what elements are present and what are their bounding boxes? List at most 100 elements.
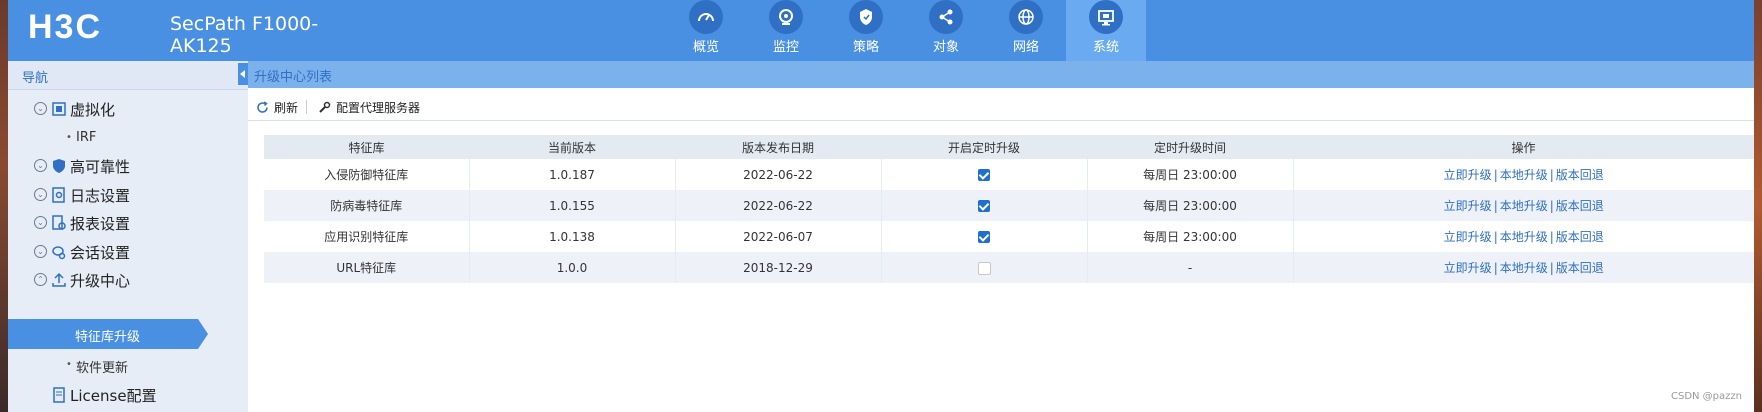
- operations-cell: 立即升级 | 本地升级 | 版本回退: [1293, 252, 1754, 283]
- scheduled-cell: [881, 252, 1088, 283]
- table-header-row: 特征库 当前版本 版本发布日期 开启定时升级 定时升级时间 操作: [264, 135, 1754, 159]
- upgrade-now-link[interactable]: 立即升级: [1444, 199, 1492, 213]
- table-row: URL特征库 1.0.0 2018-12-29 - 立即升级 | 本地升级 | 版本回退: [264, 252, 1754, 283]
- local-upgrade-link[interactable]: 本地升级: [1500, 168, 1548, 182]
- sidebar-item-log-settings[interactable]: ⌄ 日志设置: [8, 181, 248, 211]
- scheduled-upgrade-checkbox[interactable]: [978, 169, 990, 181]
- current-version: 1.0.187: [469, 159, 676, 190]
- chevron-down-icon: ⌄: [34, 102, 47, 115]
- sidebar-item-label: 高可靠性: [70, 158, 131, 176]
- dashboard-icon: [689, 0, 723, 34]
- action-separator: |: [1549, 261, 1554, 275]
- column-header[interactable]: 特征库: [264, 135, 469, 159]
- signature-name: 应用识别特征库: [264, 221, 470, 252]
- scheduled-upgrade-checkbox[interactable]: [977, 261, 991, 275]
- action-separator: |: [1493, 199, 1498, 213]
- right-edge-strip: [1754, 0, 1762, 412]
- release-date: 2018-12-29: [675, 252, 882, 283]
- refresh-label: 刷新: [274, 101, 299, 115]
- sidebar-item-high-availability[interactable]: ⌄ 高可靠性: [8, 152, 248, 182]
- rollback-link[interactable]: 版本回退: [1556, 168, 1604, 182]
- scheduled-upgrade-checkbox[interactable]: [978, 200, 990, 212]
- action-separator: |: [1493, 168, 1498, 182]
- left-edge-strip: [0, 0, 8, 412]
- monitor-icon: [1089, 0, 1123, 34]
- watermark: CSDN @pazzn: [1670, 391, 1742, 402]
- scheduled-time: 每周日 23:00:00: [1087, 159, 1294, 190]
- sidebar-item-irf[interactable]: • IRF: [8, 124, 248, 154]
- current-version: 1.0.138: [469, 221, 676, 252]
- local-upgrade-link[interactable]: 本地升级: [1500, 230, 1548, 244]
- operations-cell: 立即升级 | 本地升级 | 版本回退: [1293, 221, 1754, 252]
- report-icon: [52, 215, 66, 230]
- column-header[interactable]: 当前版本: [469, 135, 675, 159]
- refresh-icon: [257, 101, 268, 113]
- column-header[interactable]: 开启定时升级: [881, 135, 1087, 159]
- sidebar-item-label: 报表设置: [70, 215, 131, 233]
- nav-overview-label: 概览: [692, 40, 719, 55]
- sidebar-item-session-settings[interactable]: ⌄ 会话设置: [8, 238, 248, 268]
- refresh-button[interactable]: 刷新: [256, 99, 298, 116]
- signature-name: 防病毒特征库: [264, 190, 470, 221]
- signature-name: 入侵防御特征库: [264, 159, 470, 190]
- sidebar-item-license[interactable]: License配置: [8, 381, 248, 411]
- collapse-sidebar-icon[interactable]: [238, 63, 248, 85]
- release-date: 2022-06-22: [675, 159, 882, 190]
- brand-logo: H3C: [28, 10, 100, 42]
- sidebar-item-report-settings[interactable]: ⌄ 报表设置: [8, 209, 248, 239]
- upgrade-now-link[interactable]: 立即升级: [1444, 230, 1492, 244]
- nav-object-label: 对象: [932, 40, 959, 55]
- chevron-down-icon: ⌄: [34, 245, 47, 258]
- sidebar-item-label: License配置: [70, 387, 157, 405]
- product-name: SecPath F1000- AK125: [170, 13, 318, 57]
- rollback-link[interactable]: 版本回退: [1556, 230, 1604, 244]
- scheduled-upgrade-checkbox[interactable]: [978, 231, 990, 243]
- nav-system[interactable]: 系统: [1066, 0, 1146, 61]
- sidebar-item-label: 会话设置: [70, 244, 131, 262]
- sidebar-item-software-update[interactable]: • 软件更新: [8, 351, 248, 381]
- local-upgrade-link[interactable]: 本地升级: [1500, 261, 1548, 275]
- scheduled-time: 每周日 23:00:00: [1087, 190, 1294, 221]
- action-separator: |: [1493, 261, 1498, 275]
- nav-overview[interactable]: 概览: [666, 0, 746, 61]
- sidebar-item-upgrade-center[interactable]: ⌃ 升级中心: [8, 266, 248, 296]
- nav-monitor[interactable]: 监控: [746, 0, 826, 61]
- operations-cell: 立即升级 | 本地升级 | 版本回退: [1293, 190, 1754, 221]
- signature-table: 特征库 当前版本 版本发布日期 开启定时升级 定时升级时间 操作 入侵防御特征库…: [264, 135, 1754, 283]
- action-separator: |: [1549, 199, 1554, 213]
- signature-name: URL特征库: [264, 252, 470, 283]
- session-icon: [52, 246, 66, 260]
- column-header[interactable]: 版本发布日期: [675, 135, 881, 159]
- current-version: 1.0.155: [469, 190, 676, 221]
- rollback-link[interactable]: 版本回退: [1556, 199, 1604, 213]
- sidebar-item-label: 虚拟化: [70, 101, 116, 119]
- nav-policy[interactable]: 策略: [826, 0, 906, 61]
- scheduled-time: -: [1087, 252, 1294, 283]
- scheduled-cell: [881, 221, 1088, 252]
- local-upgrade-link[interactable]: 本地升级: [1500, 199, 1548, 213]
- nav-network[interactable]: 网络: [986, 0, 1066, 61]
- globe-icon: [1009, 0, 1043, 34]
- column-header[interactable]: 定时升级时间: [1087, 135, 1293, 159]
- configure-proxy-button[interactable]: 配置代理服务器: [318, 99, 420, 116]
- log-settings-icon: [52, 187, 65, 203]
- bullet-icon: •: [66, 132, 72, 143]
- sidebar-item-virtualization[interactable]: ⌄ 虚拟化: [8, 95, 248, 125]
- rollback-link[interactable]: 版本回退: [1556, 261, 1604, 275]
- sidebar-title: 导航: [22, 71, 49, 86]
- sidebar-item-label: IRF: [76, 130, 97, 145]
- upgrade-now-link[interactable]: 立即升级: [1444, 168, 1492, 182]
- table-row: 防病毒特征库 1.0.155 2022-06-22 每周日 23:00:00 立…: [264, 190, 1754, 221]
- shield-icon: [849, 0, 883, 34]
- sidebar-item-signature-upgrade[interactable]: 特征库升级: [8, 319, 208, 349]
- server-icon: [52, 102, 66, 116]
- top-nav: 概览 监控 策略 对象 网络 系统: [666, 0, 1146, 61]
- action-separator: |: [1549, 230, 1554, 244]
- sidebar-item-label: 特征库升级: [75, 330, 141, 345]
- nav-system-label: 系统: [1092, 40, 1119, 55]
- operations-cell: 立即升级 | 本地升级 | 版本回退: [1293, 159, 1754, 190]
- sidebar: 导航 ⌄ 虚拟化 • IRF ⌄ 高可靠性 ⌄ 日志设置 ⌄ 报表设置 ⌄ 会话…: [8, 61, 248, 412]
- upgrade-now-link[interactable]: 立即升级: [1444, 261, 1492, 275]
- nav-object[interactable]: 对象: [906, 0, 986, 61]
- chevron-down-icon: ⌄: [34, 188, 47, 201]
